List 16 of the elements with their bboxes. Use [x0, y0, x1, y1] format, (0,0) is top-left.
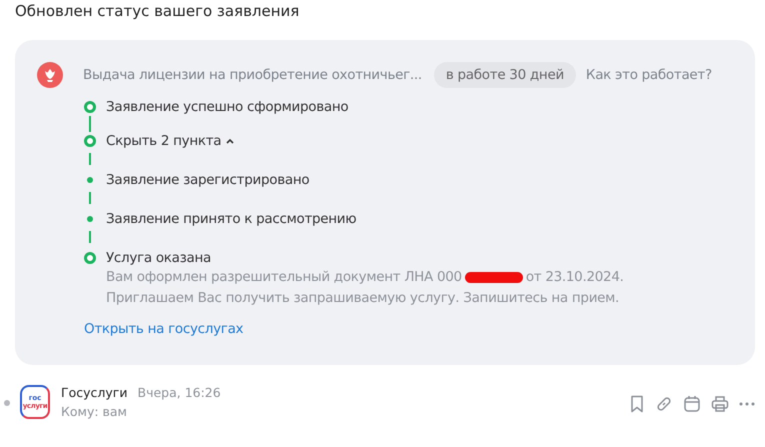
step-label: Заявление зарегистрировано — [106, 172, 310, 188]
sender-name: Госуслуги — [61, 385, 128, 400]
help-link[interactable]: Как это работает? — [586, 67, 712, 83]
collapse-toggle[interactable]: Скрыть 2 пункта — [106, 132, 234, 150]
step-detail: от 23.10.2024. — [526, 268, 624, 287]
service-name: Выдача лицензии на приобретение охотничьег... — [83, 67, 422, 83]
message-time: Вчера, 16:26 — [138, 385, 221, 400]
message-heading: Обновлен статус вашего заявления — [15, 2, 300, 20]
step-label: Услуга оказана — [106, 250, 211, 266]
status-pill: в работе 30 дней — [434, 62, 576, 88]
step-label: Заявление принято к рассмотрению — [106, 211, 356, 227]
step-label: Заявление успешно сформировано — [106, 99, 348, 115]
step-detail: Приглашаем Вас получить запрашиваемую услугу. Запишитесь на прием. — [106, 289, 620, 308]
open-link[interactable]: Открыть на госуслугах — [84, 321, 244, 337]
recipient: Кому: вам — [61, 404, 128, 419]
step-detail: Вам оформлен разрешительный документ ЛНА 000 — [106, 268, 462, 287]
